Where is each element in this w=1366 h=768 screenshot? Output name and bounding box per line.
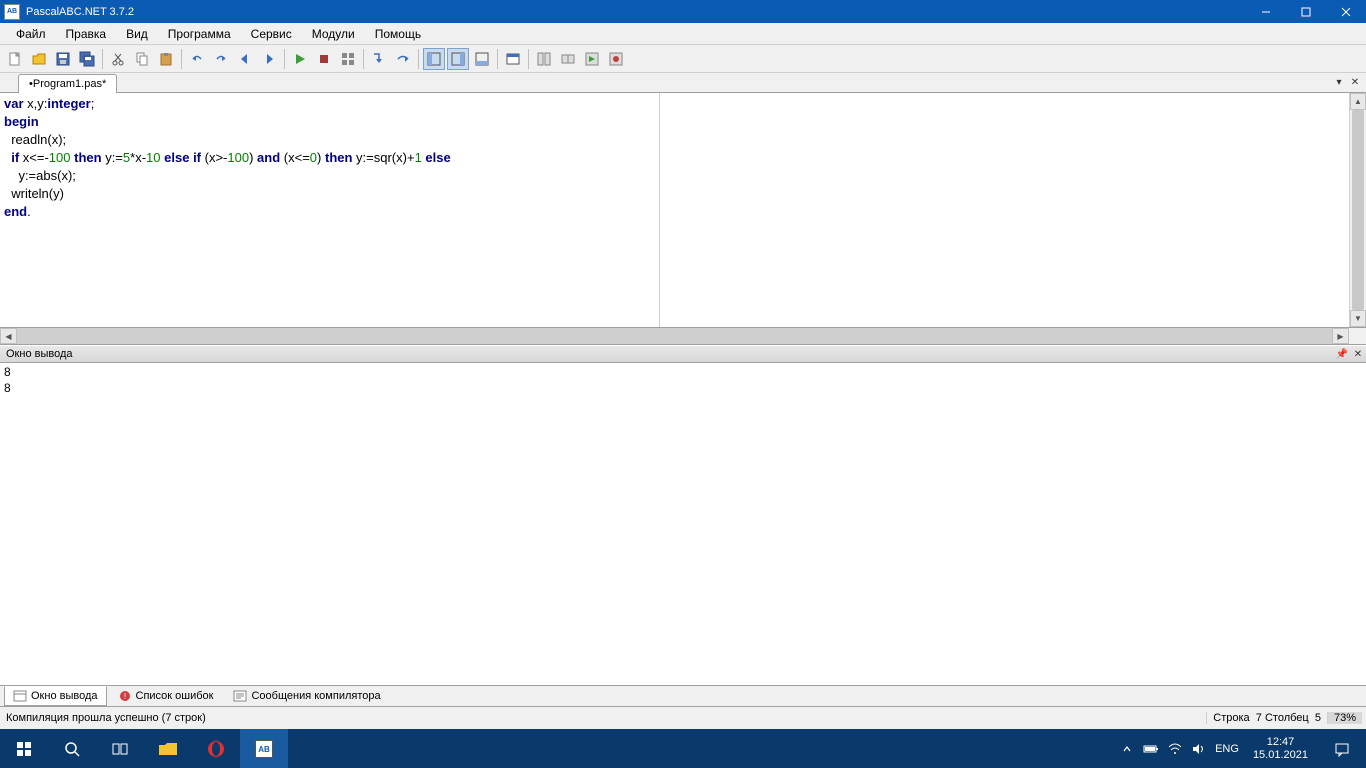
output-panel-header: Окно вывода 📌 ✕ [0, 345, 1366, 363]
bottom-tab-errors[interactable]: ! Список ошибок [109, 686, 223, 706]
bottom-tab-label: Список ошибок [136, 690, 214, 702]
menu-service[interactable]: Сервис [241, 25, 302, 43]
windows-taskbar: AB ENG 12:47 15.01.2021 [0, 729, 1366, 768]
scroll-down-icon[interactable]: ▼ [1350, 310, 1366, 327]
panel-toggle-2[interactable] [447, 48, 469, 70]
notifications-button[interactable] [1322, 729, 1362, 768]
pin-icon[interactable]: 📌 [1334, 346, 1350, 362]
menu-edit[interactable]: Правка [56, 25, 117, 43]
start-button[interactable] [0, 729, 48, 768]
close-button[interactable] [1326, 0, 1366, 23]
close-panel-icon[interactable]: ✕ [1350, 346, 1366, 362]
wifi-icon[interactable] [1167, 741, 1183, 757]
taskbar-app-opera[interactable] [192, 729, 240, 768]
bottom-tab-output[interactable]: Окно вывода [4, 686, 107, 706]
tab-close-icon[interactable]: ✕ [1348, 75, 1362, 89]
cut-button[interactable] [107, 48, 129, 70]
copy-button[interactable] [131, 48, 153, 70]
editor-split-divider[interactable] [659, 93, 660, 327]
editor-tab-label: •Program1.pas* [29, 78, 106, 90]
app-icon: AB [4, 4, 20, 20]
status-bar: Компиляция прошла успешно (7 строк) Стро… [0, 707, 1366, 729]
system-tray: ENG 12:47 15.01.2021 [1119, 729, 1366, 768]
code-editor[interactable]: var x,y:integer; begin readln(x); if x<=… [0, 93, 1349, 327]
window-title: PascalABC.NET 3.7.2 [24, 6, 1246, 18]
step-into-button[interactable] [368, 48, 390, 70]
editor-vertical-scrollbar[interactable]: ▲ ▼ [1349, 93, 1366, 327]
output-line: 8 [4, 381, 11, 395]
form-designer-button[interactable] [502, 48, 524, 70]
redo-button[interactable] [210, 48, 232, 70]
svg-text:!: ! [123, 692, 125, 701]
tab-dropdown-icon[interactable]: ▾ [1332, 75, 1346, 89]
maximize-button[interactable] [1286, 0, 1326, 23]
title-bar: AB PascalABC.NET 3.7.2 [0, 0, 1366, 23]
open-file-button[interactable] [28, 48, 50, 70]
nav-forward-button[interactable] [258, 48, 280, 70]
scroll-up-icon[interactable]: ▲ [1350, 93, 1366, 110]
new-file-button[interactable] [4, 48, 26, 70]
nav-back-button[interactable] [234, 48, 256, 70]
menu-help[interactable]: Помощь [365, 25, 431, 43]
search-button[interactable] [48, 729, 96, 768]
minimize-button[interactable] [1246, 0, 1286, 23]
language-indicator[interactable]: ENG [1215, 743, 1239, 755]
bottom-tab-label: Окно вывода [31, 690, 98, 702]
editor-horizontal-scrollbar[interactable]: ◀ ▶ [0, 328, 1366, 345]
undo-button[interactable] [186, 48, 208, 70]
save-button[interactable] [52, 48, 74, 70]
status-line-col: Строка 7 Столбец 5 [1206, 712, 1327, 724]
taskbar-app-pascalabc[interactable]: AB [240, 729, 288, 768]
volume-icon[interactable] [1191, 741, 1207, 757]
tool-c-button[interactable] [581, 48, 603, 70]
run-button[interactable] [289, 48, 311, 70]
stop-button[interactable] [313, 48, 335, 70]
step-over-button[interactable] [392, 48, 414, 70]
status-message: Компиляция прошла успешно (7 строк) [4, 712, 1206, 724]
battery-icon[interactable] [1143, 741, 1159, 757]
tray-chevron-icon[interactable] [1119, 741, 1135, 757]
tool-a-button[interactable] [533, 48, 555, 70]
taskbar-clock[interactable]: 12:47 15.01.2021 [1247, 736, 1314, 762]
output-panel-title: Окно вывода [6, 348, 73, 360]
menu-file[interactable]: Файл [6, 25, 56, 43]
save-all-button[interactable] [76, 48, 98, 70]
output-tab-icon [13, 689, 27, 703]
paste-button[interactable] [155, 48, 177, 70]
scroll-right-icon[interactable]: ▶ [1332, 328, 1349, 344]
editor-area: var x,y:integer; begin readln(x); if x<=… [0, 93, 1366, 328]
tool-b-button[interactable] [557, 48, 579, 70]
clock-time: 12:47 [1253, 736, 1308, 749]
menu-program[interactable]: Программа [158, 25, 241, 43]
scroll-left-icon[interactable]: ◀ [0, 328, 17, 344]
menu-view[interactable]: Вид [116, 25, 158, 43]
task-view-button[interactable] [96, 729, 144, 768]
toolbar [0, 45, 1366, 73]
bottom-tab-compiler[interactable]: Сообщения компилятора [224, 686, 389, 706]
taskbar-app-explorer[interactable] [144, 729, 192, 768]
panel-toggle-1[interactable] [423, 48, 445, 70]
editor-tab-strip: •Program1.pas* ▾ ✕ [0, 73, 1366, 93]
bottom-tab-strip: Окно вывода ! Список ошибок Сообщения ко… [0, 685, 1366, 707]
tool-d-button[interactable] [605, 48, 627, 70]
editor-tab[interactable]: •Program1.pas* [18, 74, 117, 93]
menu-modules[interactable]: Модули [302, 25, 365, 43]
menu-bar: Файл Правка Вид Программа Сервис Модули … [0, 23, 1366, 45]
output-panel[interactable]: 8 8 [0, 363, 1366, 685]
errors-tab-icon: ! [118, 689, 132, 703]
status-zoom[interactable]: 73% [1327, 712, 1362, 724]
clock-date: 15.01.2021 [1253, 749, 1308, 762]
output-line: 8 [4, 365, 11, 379]
compiler-tab-icon [233, 689, 247, 703]
compile-button[interactable] [337, 48, 359, 70]
panel-toggle-3[interactable] [471, 48, 493, 70]
bottom-tab-label: Сообщения компилятора [251, 690, 380, 702]
code-content: var x,y:integer; begin readln(x); if x<=… [0, 93, 1349, 223]
